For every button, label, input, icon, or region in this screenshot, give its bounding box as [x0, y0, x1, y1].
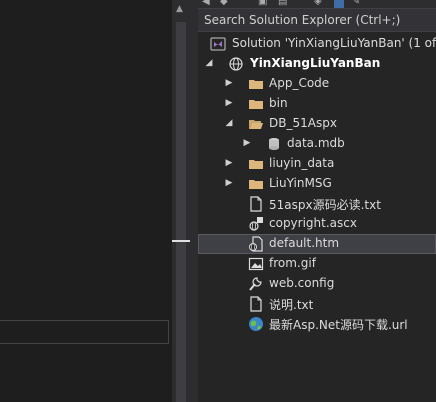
tree-item-label: liuyin_data [269, 156, 335, 170]
folder-icon [249, 180, 263, 189]
tree-item-label: 说明.txt [269, 298, 314, 312]
solution-explorer-panel: ◀ ◆ ▣ ▤ ◈ ✎ Solution 'YinXiangLiuYanBan'… [198, 0, 436, 402]
collapsed-arrow-icon[interactable]: ▶ [242, 138, 252, 148]
tree-item-liuyinmsg[interactable]: ▶ LiuYinMSG [198, 174, 436, 194]
search-input[interactable] [198, 9, 436, 31]
tree-item-label: default.htm [269, 236, 340, 250]
expanded-arrow-icon[interactable]: ◢ [204, 58, 214, 68]
tree-item-label: data.mdb [287, 136, 345, 150]
tree-item-data-mdb[interactable]: ▶ data.mdb [198, 134, 436, 154]
tree-item-db-51aspx[interactable]: ◢ DB_51Aspx [198, 114, 436, 134]
toolbar-button-icon[interactable]: ◈ [314, 0, 322, 7]
toolbar-active-button[interactable] [334, 0, 344, 8]
solution-node[interactable]: Solution 'YinXiangLiuYanBan' (1 of 1 pro… [198, 34, 436, 54]
project-node[interactable]: ◢ YinXiangLiuYanBan [198, 54, 436, 74]
tree-item-liuyin-data[interactable]: ▶ liuyin_data [198, 154, 436, 174]
scroll-up-arrow-icon[interactable]: ▲ [176, 4, 183, 14]
scrollbar-thumb[interactable] [176, 22, 186, 402]
vertical-scrollbar[interactable]: ▲ [172, 0, 190, 402]
database-icon [269, 138, 279, 150]
globe-icon [249, 317, 263, 331]
tree-item-label: App_Code [269, 76, 330, 90]
tree-item-label: copyright.ascx [269, 216, 357, 230]
collapsed-arrow-icon[interactable]: ▶ [224, 178, 234, 188]
editor-area [0, 0, 172, 402]
folder-icon [249, 100, 263, 109]
collapsed-arrow-icon[interactable]: ▶ [224, 98, 234, 108]
expanded-arrow-icon[interactable]: ◢ [224, 118, 234, 128]
project-label: YinXiangLiuYanBan [250, 56, 381, 70]
toolbar-button-icon[interactable]: ◆ [220, 0, 228, 7]
folder-icon [249, 80, 263, 89]
tree-item-default-htm[interactable]: default.htm [198, 234, 436, 254]
search-box[interactable] [198, 8, 436, 32]
image-file-icon [248, 257, 264, 271]
toolbar-button-icon[interactable]: ▤ [278, 0, 287, 7]
output-input-box[interactable] [0, 320, 169, 344]
tree-item-label: LiuYinMSG [269, 176, 332, 190]
tree-item-label: bin [269, 96, 288, 110]
toolbar-button-icon[interactable]: ▣ [258, 0, 267, 7]
folder-open-icon [249, 120, 263, 129]
tree-item-label: DB_51Aspx [269, 116, 337, 130]
tree-item-label: 最新Asp.Net源码下载.url [269, 318, 408, 332]
pane-splitter[interactable] [190, 0, 198, 402]
tree-item-from-gif[interactable]: from.gif [198, 254, 436, 274]
html-file-icon [249, 236, 263, 252]
solution-label: Solution 'YinXiangLiuYanBan' (1 of 1 pro… [232, 36, 436, 50]
tree-item-label: from.gif [269, 256, 316, 270]
web-project-icon [229, 57, 243, 71]
visual-studio-solution-icon [210, 37, 226, 51]
tree-item-web-config[interactable]: web.config [198, 274, 436, 294]
tree-item-bin[interactable]: ▶ bin [198, 94, 436, 114]
config-file-icon [249, 277, 262, 291]
tree-item-app-code[interactable]: ▶ App_Code [198, 74, 436, 94]
text-file-icon [250, 296, 262, 312]
tree-item-copyright-ascx[interactable]: copyright.ascx [198, 214, 436, 234]
collapsed-arrow-icon[interactable]: ▶ [224, 158, 234, 168]
user-control-icon [249, 217, 263, 231]
solution-explorer-toolbar: ◀ ◆ ▣ ▤ ◈ ✎ [198, 0, 436, 8]
folder-icon [249, 160, 263, 169]
tree-item-label: web.config [269, 276, 335, 290]
tree-item-readme-txt[interactable]: 51aspx源码必读.txt [198, 194, 436, 214]
tree-item-download-url[interactable]: 最新Asp.Net源码下载.url [198, 314, 436, 334]
scrollbar-caret-marker [172, 240, 190, 242]
collapsed-arrow-icon[interactable]: ▶ [224, 78, 234, 88]
toolbar-button-icon[interactable]: ◀ [202, 0, 210, 7]
tree-item-shuoming-txt[interactable]: 说明.txt [198, 294, 436, 314]
toolbar-button-icon[interactable]: ✎ [352, 0, 360, 7]
tree-item-label: 51aspx源码必读.txt [269, 198, 381, 212]
text-file-icon [250, 196, 262, 212]
